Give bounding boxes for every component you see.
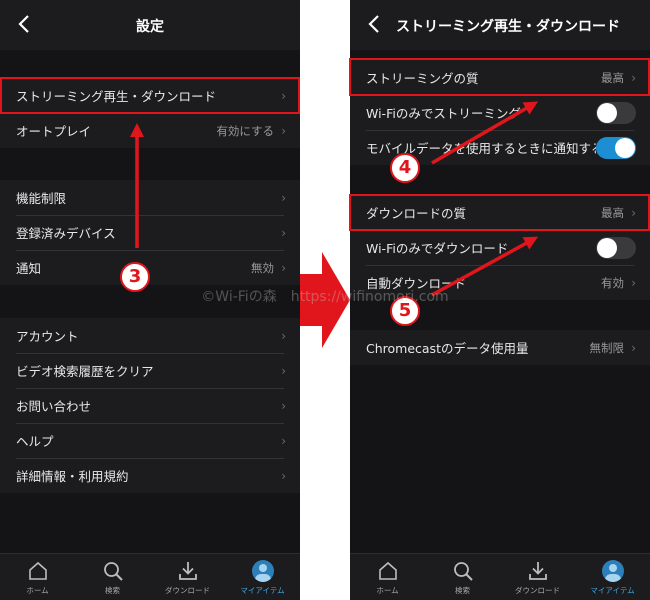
- section-gap: [0, 493, 300, 553]
- header: 設定: [0, 0, 300, 50]
- tab-home[interactable]: ホーム: [0, 554, 75, 600]
- tab-label: 検索: [105, 586, 120, 595]
- toggle-knob: [597, 237, 617, 258]
- avatar-icon: [601, 560, 624, 582]
- setting-value: 無制限: [589, 340, 625, 355]
- setting-value: 有効: [601, 275, 624, 290]
- search-icon: [453, 562, 473, 581]
- chevron-right-icon: ›: [281, 468, 286, 483]
- page-title: ストリーミング再生・ダウンロード: [396, 19, 620, 35]
- tab-label: ダウンロード: [515, 586, 560, 595]
- tab-search[interactable]: 検索: [75, 554, 150, 600]
- back-arrow-icon[interactable]: [364, 13, 386, 35]
- tab-my-items[interactable]: マイアイテム: [575, 554, 650, 600]
- download-icon: [178, 562, 197, 580]
- avatar-icon: [251, 560, 274, 582]
- setting-label: 機能制限: [16, 191, 67, 206]
- chevron-right-icon: ›: [281, 225, 286, 240]
- setting-value: 無効: [251, 260, 274, 275]
- step-number-3: 3: [120, 262, 150, 292]
- setting-label: 自動ダウンロード: [366, 276, 467, 291]
- setting-wifi-only-download: Wi-Fiのみでダウンロード: [350, 230, 650, 265]
- setting-label: 詳細情報・利用規約: [16, 469, 129, 484]
- wifi-only-download-toggle[interactable]: [596, 236, 636, 259]
- tab-downloads[interactable]: ダウンロード: [500, 554, 575, 600]
- home-icon: [28, 561, 47, 580]
- setting-registered-devices[interactable]: 登録済みデバイス ›: [0, 215, 300, 250]
- search-icon: [103, 562, 123, 581]
- setting-label: ヘルプ: [16, 434, 54, 449]
- next-step-arrow-icon: [300, 252, 350, 348]
- chevron-right-icon: ›: [281, 123, 286, 138]
- toggle-knob: [615, 137, 635, 158]
- setting-notifications[interactable]: 通知 無効 ›: [0, 250, 300, 285]
- highlight-streaming-quality: [349, 58, 650, 96]
- setting-autoplay[interactable]: オートプレイ 有効にする ›: [0, 113, 300, 148]
- page-title: 設定: [136, 19, 164, 35]
- tab-label: ホーム: [26, 586, 49, 595]
- chevron-right-icon: ›: [281, 260, 286, 275]
- setting-clear-history[interactable]: ビデオ検索履歴をクリア ›: [0, 353, 300, 388]
- toggle-knob: [597, 102, 617, 123]
- section-gap: [0, 148, 300, 180]
- setting-value: 有効にする: [216, 123, 274, 138]
- section-gap: [0, 285, 300, 318]
- setting-label: Wi-Fiのみでダウンロード: [366, 241, 509, 256]
- tab-label: ホーム: [376, 586, 399, 595]
- tab-search[interactable]: 検索: [425, 554, 500, 600]
- chevron-right-icon: ›: [281, 398, 286, 413]
- chevron-right-icon: ›: [281, 328, 286, 343]
- setting-label: Wi-Fiのみでストリーミング: [366, 106, 521, 121]
- setting-help[interactable]: ヘルプ ›: [0, 423, 300, 458]
- tab-bar: ホーム 検索 ダウンロード マイアイテム: [350, 553, 650, 600]
- wifi-only-streaming-toggle[interactable]: [596, 101, 636, 124]
- home-icon: [378, 561, 397, 580]
- step-number-4: 4: [390, 153, 420, 183]
- tab-label: ダウンロード: [165, 586, 210, 595]
- tab-bar: ホーム 検索 ダウンロード マイアイテム: [0, 553, 300, 600]
- tab-label: マイアイテム: [240, 586, 285, 595]
- setting-info-terms[interactable]: 詳細情報・利用規約 ›: [0, 458, 300, 493]
- chevron-right-icon: ›: [631, 275, 636, 290]
- setting-label: オートプレイ: [16, 124, 92, 139]
- setting-auto-download[interactable]: 自動ダウンロード 有効 ›: [350, 265, 650, 300]
- setting-wifi-only-streaming: Wi-Fiのみでストリーミング: [350, 95, 650, 130]
- section-gap: [350, 365, 650, 553]
- setting-label: ビデオ検索履歴をクリア: [16, 364, 154, 379]
- download-icon: [528, 562, 547, 580]
- setting-account[interactable]: アカウント ›: [0, 318, 300, 353]
- highlight-download-quality: [349, 194, 650, 231]
- tab-home[interactable]: ホーム: [350, 554, 425, 600]
- chevron-right-icon: ›: [281, 190, 286, 205]
- setting-label: お問い合わせ: [16, 399, 92, 414]
- setting-chromecast-data[interactable]: Chromecastのデータ使用量 無制限 ›: [350, 330, 650, 365]
- tab-label: 検索: [455, 586, 470, 595]
- mobile-data-notify-toggle[interactable]: [596, 136, 636, 159]
- setting-label: 登録済みデバイス: [16, 226, 116, 241]
- tab-downloads[interactable]: ダウンロード: [150, 554, 225, 600]
- chevron-right-icon: ›: [281, 433, 286, 448]
- setting-restrictions[interactable]: 機能制限 ›: [0, 180, 300, 215]
- setting-label: アカウント: [16, 329, 79, 344]
- setting-contact[interactable]: お問い合わせ ›: [0, 388, 300, 423]
- setting-label: Chromecastのデータ使用量: [366, 341, 529, 356]
- tab-my-items[interactable]: マイアイテム: [225, 554, 300, 600]
- section-gap: [0, 50, 300, 78]
- step-number-5: 5: [390, 296, 420, 326]
- highlight-streaming-download: [0, 77, 300, 114]
- tab-label: マイアイテム: [590, 586, 635, 595]
- chevron-right-icon: ›: [631, 340, 636, 355]
- header: ストリーミング再生・ダウンロード: [350, 0, 650, 50]
- chevron-right-icon: ›: [281, 363, 286, 378]
